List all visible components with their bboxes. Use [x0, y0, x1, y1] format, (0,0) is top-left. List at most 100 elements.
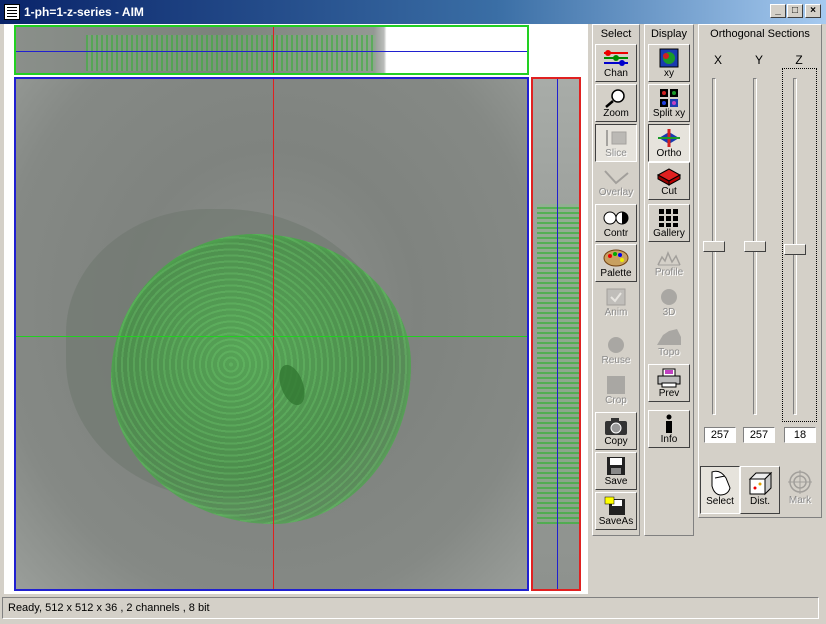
slider-x-label: X [713, 53, 722, 67]
xy-button[interactable]: xy [648, 44, 690, 82]
printer-icon [655, 368, 683, 388]
profile-icon [655, 247, 683, 267]
magnifier-icon [602, 88, 630, 108]
crop-icon [602, 375, 630, 395]
sphere-icon [655, 287, 683, 307]
crosshair-target-icon [786, 469, 814, 495]
xy-label: xy [664, 68, 674, 79]
xy-section-view[interactable] [14, 77, 529, 591]
mouse-icon [706, 470, 734, 496]
info-icon [655, 414, 683, 434]
palette-button[interactable]: Palette [595, 244, 637, 282]
saveas-button[interactable]: SaveAs [595, 492, 637, 530]
slice-label: Slice [605, 148, 627, 159]
topography-icon [655, 327, 683, 347]
saveas-label: SaveAs [598, 516, 634, 527]
ortho-icon [655, 128, 683, 148]
xy-crosshair-vertical[interactable] [273, 79, 274, 589]
image-canvas[interactable] [4, 24, 588, 594]
copy-button[interactable]: Copy [595, 412, 637, 450]
save-button[interactable]: Save [595, 452, 637, 490]
contrast-icon [602, 208, 630, 228]
prev-label: Prev [658, 388, 680, 399]
cut-icon [655, 166, 683, 186]
slider-z-thumb[interactable] [784, 244, 806, 255]
app-icon[interactable] [4, 4, 20, 20]
slider-y-thumb[interactable] [744, 241, 766, 252]
reuse-button[interactable]: Reuse [595, 332, 637, 370]
prev-button[interactable]: Prev [648, 364, 690, 402]
topo-label: Topo [658, 347, 680, 358]
reuse-label: Reuse [601, 355, 631, 366]
xz-fluorescence-band [86, 35, 376, 71]
status-text: Ready, 512 x 512 x 36 , 2 channels , 8 b… [8, 602, 210, 614]
slider-z-label: Z [795, 53, 803, 67]
chan-label: Chan [604, 68, 628, 79]
profile-label: Profile [654, 267, 684, 278]
yz-fluorescence-band [537, 204, 579, 524]
select-mode-button[interactable]: Select [700, 466, 740, 514]
slider-y-label: Y [754, 53, 763, 67]
camera-icon [602, 416, 630, 436]
overlay-button[interactable]: Overlay [595, 164, 637, 202]
floppy-icon [602, 456, 630, 476]
slice-icon [602, 128, 630, 148]
z-value-field[interactable]: 18 [784, 427, 816, 443]
palette-icon [602, 248, 630, 268]
zoom-button[interactable]: Zoom [595, 84, 637, 122]
zoom-label: Zoom [603, 108, 629, 119]
crop-button[interactable]: Crop [595, 372, 637, 410]
anim-label: Anim [604, 307, 628, 318]
xy-crosshair-horizontal[interactable] [16, 336, 527, 337]
copy-label: Copy [604, 436, 628, 447]
split-xy-icon [655, 88, 683, 108]
dist-mode-button[interactable]: Dist. [740, 466, 780, 514]
contr-button[interactable]: Contr [595, 204, 637, 242]
ortho-label: Ortho [656, 148, 682, 159]
minimize-button[interactable]: _ [770, 4, 786, 18]
status-bar: Ready, 512 x 512 x 36 , 2 channels , 8 b… [2, 597, 819, 619]
close-button[interactable]: × [805, 4, 821, 18]
overlay-icon [602, 167, 630, 187]
ortho-button[interactable]: Ortho [648, 124, 690, 162]
mark-mode-label: Mark [788, 495, 812, 506]
split-xy-label: Split xy [652, 108, 686, 119]
select-mode-label: Select [706, 496, 734, 507]
profile-button[interactable]: Profile [648, 244, 690, 282]
xz-crosshair-z [16, 51, 527, 52]
select-panel-title: Select [600, 28, 632, 40]
display-panel-title: Display [650, 28, 688, 40]
xy-icon [655, 48, 683, 68]
info-button[interactable]: Info [648, 410, 690, 448]
y-value-field[interactable]: 257 [743, 427, 775, 443]
gallery-button[interactable]: Gallery [648, 204, 690, 242]
anim-button[interactable]: Anim [595, 284, 637, 322]
animation-icon [602, 287, 630, 307]
topo-button[interactable]: Topo [648, 324, 690, 362]
x-value-field[interactable]: 257 [704, 427, 736, 443]
xz-section-view[interactable] [14, 25, 529, 75]
info-label: Info [660, 434, 678, 445]
slider-x-thumb[interactable] [703, 241, 725, 252]
crop-label: Crop [605, 395, 627, 406]
distance-cube-icon [746, 470, 774, 496]
chan-button[interactable]: Chan [595, 44, 637, 82]
yz-section-view[interactable] [531, 77, 581, 591]
save-label: Save [604, 476, 628, 487]
cut-button[interactable]: Cut [648, 162, 690, 200]
dist-mode-label: Dist. [750, 496, 770, 507]
contr-label: Contr [603, 228, 629, 239]
3d-button[interactable]: 3D [648, 284, 690, 322]
cut-label: Cut [661, 186, 677, 197]
split-xy-button[interactable]: Split xy [648, 84, 690, 122]
channel-icon [602, 48, 630, 68]
title-bar[interactable]: 1-ph=1-z-series - AIM _ □ × [0, 0, 826, 24]
maximize-button[interactable]: □ [787, 4, 803, 18]
reuse-icon [602, 335, 630, 355]
ortho-panel-title: Orthogonal Sections [710, 28, 810, 40]
yz-crosshair-z [557, 79, 558, 589]
gallery-label: Gallery [653, 228, 685, 239]
slice-button[interactable]: Slice [595, 124, 637, 162]
mark-mode-button[interactable]: Mark [780, 466, 820, 514]
aim-window: 1-ph=1-z-series - AIM _ □ × Select Displ… [0, 0, 826, 624]
